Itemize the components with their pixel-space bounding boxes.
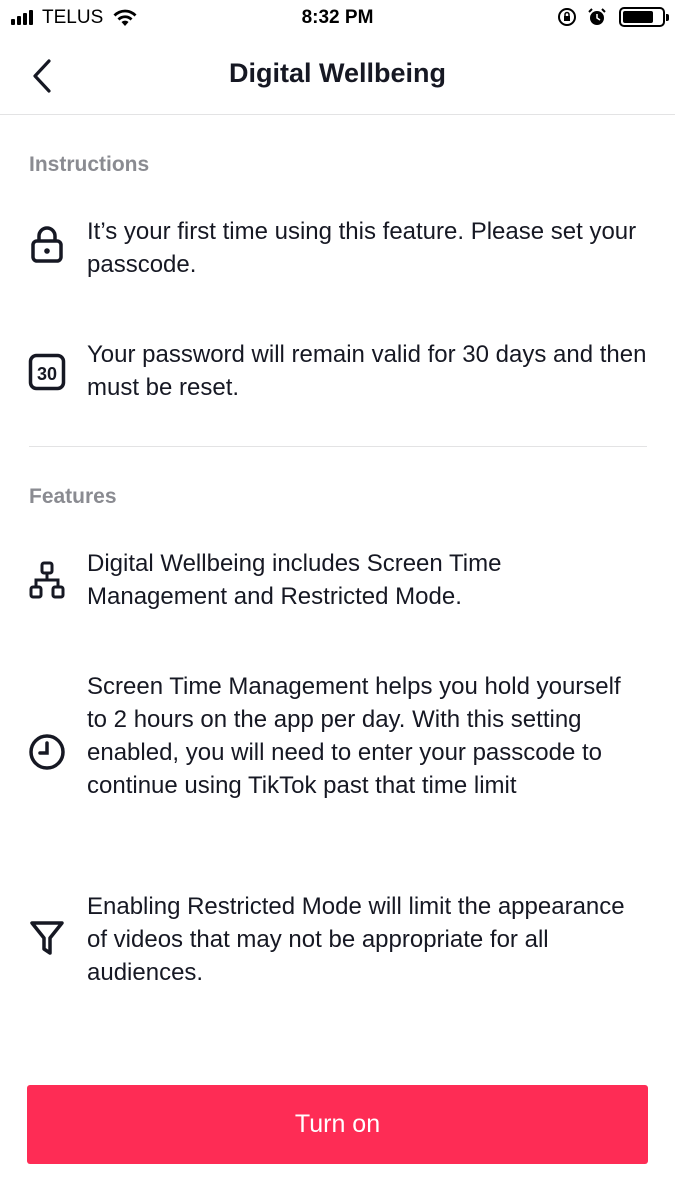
section-divider: [29, 446, 647, 447]
feature-text: Enabling Restricted Mode will limit the …: [87, 893, 625, 986]
status-right: [547, 7, 669, 27]
status-bar: TELUS 8:32 PM: [0, 0, 675, 38]
instruction-text: It’s your first time using this feature.…: [87, 218, 637, 278]
calendar-30-label: 30: [37, 364, 57, 384]
clock-icon: [27, 732, 67, 772]
hierarchy-icon: [27, 560, 67, 600]
lock-icon: [27, 225, 67, 265]
page-title: Digital Wellbeing: [228, 58, 446, 88]
calendar-30-icon: 30: [27, 352, 67, 392]
turn-on-button[interactable]: Turn on: [27, 1085, 648, 1164]
section-title-instructions: Instructions: [29, 153, 150, 176]
battery-icon: [619, 7, 669, 27]
feature-text: Screen Time Management helps you hold yo…: [87, 673, 621, 799]
section-title-features: Features: [29, 485, 117, 508]
navigation-header: Digital Wellbeing: [0, 38, 675, 115]
filter-icon: [27, 918, 67, 958]
feature-text: Digital Wellbeing includes Screen Time M…: [87, 550, 502, 610]
rotation-lock-icon: [558, 8, 576, 26]
alarm-icon: [588, 8, 606, 25]
instruction-text: Your password will remain valid for 30 d…: [87, 341, 647, 401]
